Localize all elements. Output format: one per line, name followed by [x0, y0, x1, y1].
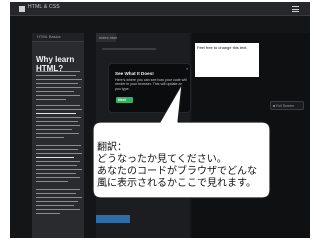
note-line: 風に表示されるかここで見れます。 — [97, 178, 256, 189]
note-line: どうなったか見てください。 — [97, 154, 227, 165]
translation-note: 翻訳： どうなったか見てください。 あなたのコードがブラウザでどんな 風に表示さ… — [97, 142, 277, 190]
note-line: あなたのコードがブラウザでどんな — [97, 166, 257, 177]
speech-bubble — [92, 83, 271, 199]
note-line: 翻訳： — [97, 142, 127, 153]
